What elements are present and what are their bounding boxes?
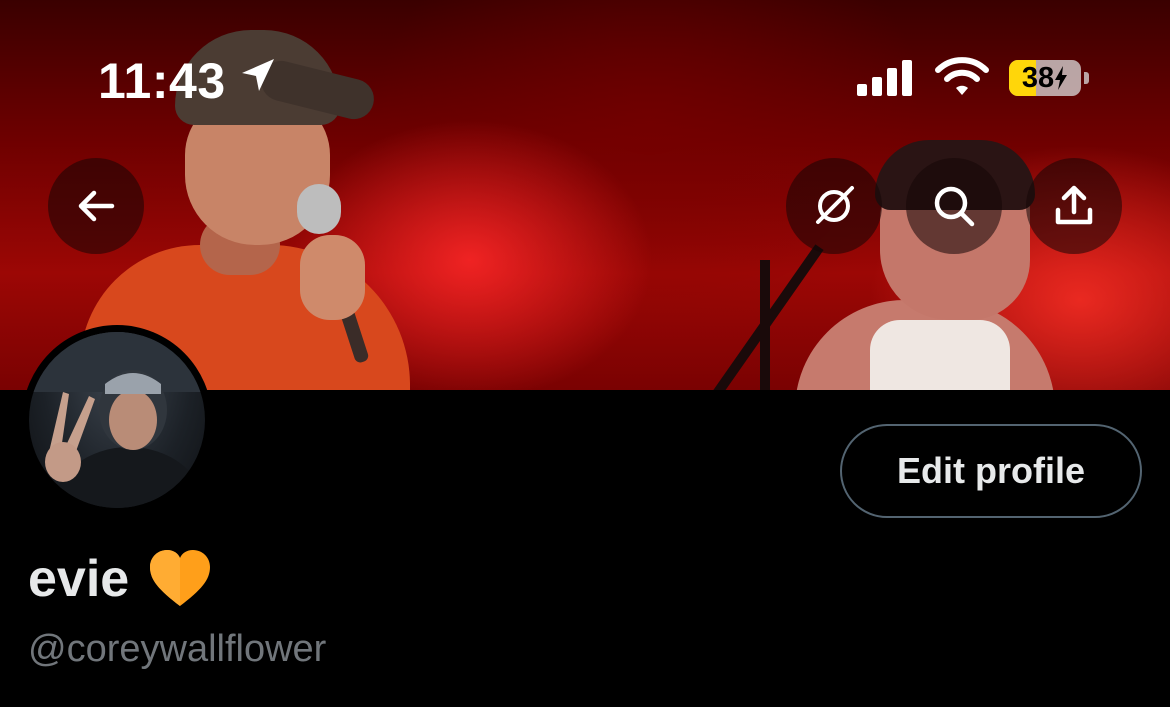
battery-percent: 38 (1021, 61, 1055, 94)
status-time: 11:43 (98, 53, 226, 109)
avatar-image (29, 332, 205, 508)
back-arrow-icon (78, 190, 115, 222)
profile-handle: @coreywallflower (28, 628, 327, 670)
orange-heart-icon (150, 550, 211, 606)
grok-button[interactable] (786, 158, 882, 254)
location-arrow-icon (242, 59, 274, 91)
avatar[interactable] (22, 325, 212, 515)
banner-hand (300, 235, 365, 320)
avatar-photo (29, 332, 205, 508)
battery-charging-icon (1055, 66, 1068, 90)
edit-profile-button[interactable]: Edit profile (840, 424, 1142, 518)
search-button[interactable] (906, 158, 1002, 254)
mic-stand-pole (760, 260, 770, 390)
cellular-signal-icon (857, 60, 912, 96)
profile-name-row: evie (28, 548, 213, 610)
back-button[interactable] (48, 158, 144, 254)
battery-indicator: 38 (1009, 60, 1081, 96)
microphone-head (297, 184, 341, 234)
grok-icon (816, 186, 854, 224)
banner-person-right-shirt (870, 320, 1010, 390)
battery-level-text: 38 (1009, 60, 1081, 96)
share-button[interactable] (1026, 158, 1122, 254)
display-name: evie (28, 550, 130, 608)
search-icon (934, 186, 975, 227)
wifi-icon (935, 57, 989, 95)
share-icon (1055, 185, 1093, 225)
battery-nub (1084, 72, 1089, 84)
